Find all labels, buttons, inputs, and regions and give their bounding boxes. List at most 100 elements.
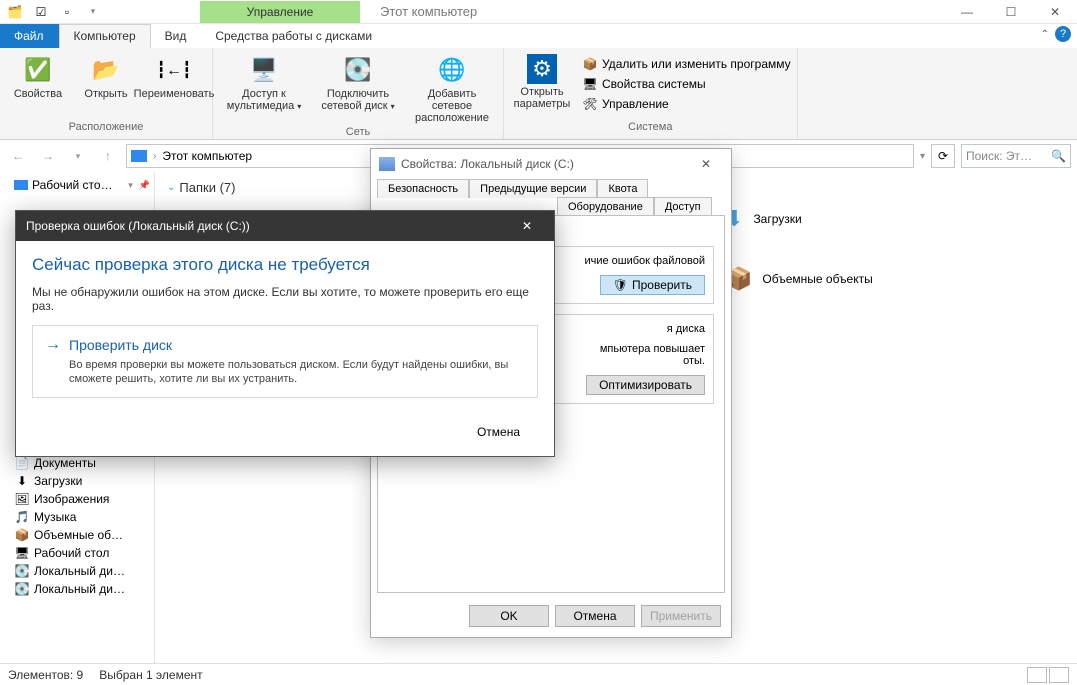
tab-hardware[interactable]: Оборудование xyxy=(557,197,654,216)
search-input[interactable]: Поиск: Эт… 🔍 xyxy=(961,144,1071,168)
settings-icon: ⚙ xyxy=(527,54,557,84)
optimize-button[interactable]: Оптимизировать xyxy=(586,375,705,395)
shield-icon: 🛡 xyxy=(613,278,628,292)
ok-button[interactable]: OK xyxy=(469,605,549,627)
nav-up-button[interactable]: ↑ xyxy=(96,144,120,168)
tab-sharing[interactable]: Доступ xyxy=(654,197,712,216)
tab-security[interactable]: Безопасность xyxy=(377,179,469,198)
network-location-icon: 🌐 xyxy=(436,54,468,86)
open-button[interactable]: 📂Открыть xyxy=(74,52,138,102)
dialog-title: Свойства: Локальный диск (C:) xyxy=(401,157,574,171)
rename-button[interactable]: ┇←┇Переименовать xyxy=(142,52,206,102)
help-icon[interactable]: ? xyxy=(1055,26,1071,42)
folder-3d-objects[interactable]: 📦Объемные объекты xyxy=(715,232,1077,292)
error-check-dialog: Проверка ошибок (Локальный диск (C:)) ✕ … xyxy=(15,210,555,457)
tree-item[interactable]: 📄Документы xyxy=(0,454,154,472)
tree-item[interactable]: 🖥Рабочий стол xyxy=(0,544,154,562)
this-pc-icon xyxy=(131,150,147,162)
address-dropdown-icon[interactable]: ▾ xyxy=(920,151,925,162)
add-network-location-button[interactable]: 🌐Добавить сетевое расположение xyxy=(407,52,497,126)
status-selected: Выбран 1 элемент xyxy=(99,668,202,682)
status-bar: Элементов: 9 Выбран 1 элемент xyxy=(0,663,1077,685)
qat-dropdown-icon[interactable]: ▾ xyxy=(82,1,104,23)
tab-disk-tools[interactable]: Средства работы с дисками xyxy=(201,24,387,48)
modal-body-text: Мы не обнаружили ошибок на этом диске. Е… xyxy=(32,285,538,313)
address-text: Этот компьютер xyxy=(162,149,252,163)
tree-icon: 🎵 xyxy=(14,510,30,524)
dialog-close-button[interactable]: ✕ xyxy=(689,153,723,175)
view-details-button[interactable] xyxy=(1027,667,1047,683)
maximize-button[interactable]: ☐ xyxy=(989,0,1033,24)
tree-item[interactable]: 🖼Изображения xyxy=(0,490,154,508)
view-icons-button[interactable] xyxy=(1049,667,1069,683)
tree-item[interactable]: 📦Объемные об… xyxy=(0,526,154,544)
close-button[interactable]: ✕ xyxy=(1033,0,1077,24)
tab-file[interactable]: Файл xyxy=(0,24,59,48)
qat-window-icon[interactable]: ▫ xyxy=(56,1,78,23)
manage-link[interactable]: 🛠Управление xyxy=(582,96,791,112)
chevron-down-icon: ⌄ xyxy=(167,182,175,193)
modal-close-button[interactable]: ✕ xyxy=(510,211,544,241)
search-icon: 🔍 xyxy=(1051,149,1066,163)
refresh-button[interactable]: ⟳ xyxy=(931,144,955,168)
tree-item-desktop-pinned[interactable]: Рабочий сто…▾ xyxy=(0,176,154,194)
media-access-button[interactable]: 🖥️Доступ к мультимедиа ▾ xyxy=(219,52,309,114)
tree-icon: 📦 xyxy=(14,528,30,542)
manage-icon: 🛠 xyxy=(582,96,598,112)
properties-icon: ✅ xyxy=(22,54,54,86)
media-icon: 🖥️ xyxy=(248,54,280,86)
tab-prev-versions[interactable]: Предыдущие версии xyxy=(469,179,597,198)
box-icon: 📦 xyxy=(582,56,598,72)
monitor-icon xyxy=(14,180,28,190)
tree-item[interactable]: 💽Локальный ди… xyxy=(0,580,154,598)
tree-item[interactable]: 🎵Музыка xyxy=(0,508,154,526)
tab-view[interactable]: Вид xyxy=(151,24,202,48)
arrow-right-icon: → xyxy=(45,336,61,354)
nav-recent-dropdown[interactable]: ▾ xyxy=(66,144,90,168)
tree-icon: ⬇ xyxy=(14,474,30,488)
explorer-icon: 🗂️ xyxy=(4,1,26,23)
tree-item[interactable]: 💽Локальный ди… xyxy=(0,562,154,580)
uninstall-program-link[interactable]: 📦Удалить или изменить программу xyxy=(582,56,791,72)
tab-computer[interactable]: Компьютер xyxy=(59,24,151,48)
system-info-icon: 🖥 xyxy=(582,76,598,92)
check-button[interactable]: 🛡Проверить xyxy=(600,275,705,295)
nav-forward-button[interactable]: → xyxy=(36,144,60,168)
drive-icon xyxy=(379,157,395,171)
ribbon-tabs: Файл Компьютер Вид Средства работы с дис… xyxy=(0,24,1077,48)
search-placeholder: Поиск: Эт… xyxy=(966,149,1032,163)
folder-open-icon: 📂 xyxy=(90,54,122,86)
map-drive-button[interactable]: 💽Подключить сетевой диск ▾ xyxy=(313,52,403,114)
drive-network-icon: 💽 xyxy=(342,54,374,86)
ribbon: ✅Свойства 📂Открыть ┇←┇Переименовать Расп… xyxy=(0,48,1077,140)
window-title: Этот компьютер xyxy=(380,4,477,19)
apply-button[interactable]: Применить xyxy=(641,605,721,627)
modal-heading: Сейчас проверка этого диска не требуется xyxy=(32,255,538,275)
group-label-system: Система xyxy=(510,121,791,135)
chevron-right-icon: › xyxy=(153,151,156,162)
ribbon-context-tab[interactable]: Управление xyxy=(200,1,360,23)
modal-title: Проверка ошибок (Локальный диск (C:)) xyxy=(26,219,250,233)
qat-checkbox-icon[interactable]: ☑ xyxy=(30,1,52,23)
nav-back-button[interactable]: ← xyxy=(6,144,30,168)
properties-button[interactable]: ✅Свойства xyxy=(6,52,70,102)
tree-icon: 💽 xyxy=(14,582,30,596)
rename-icon: ┇←┇ xyxy=(158,54,190,86)
minimize-button[interactable]: — xyxy=(945,0,989,24)
scan-disk-description: Во время проверки вы можете пользоваться… xyxy=(69,358,525,387)
system-properties-link[interactable]: 🖥Свойства системы xyxy=(582,76,791,92)
open-settings-button[interactable]: ⚙Открыть параметры xyxy=(510,52,574,112)
folder-downloads[interactable]: ⬇Загрузки xyxy=(715,172,1077,232)
scan-disk-action[interactable]: →Проверить диск Во время проверки вы мож… xyxy=(32,325,538,398)
group-label-location: Расположение xyxy=(6,121,206,135)
title-bar: 🗂️ ☑ ▫ ▾ Управление Этот компьютер — ☐ ✕ xyxy=(0,0,1077,24)
tree-item[interactable]: ⬇Загрузки xyxy=(0,472,154,490)
cancel-button[interactable]: Отмена xyxy=(555,605,635,627)
collapse-ribbon-icon[interactable]: ⌃ xyxy=(1041,29,1049,40)
modal-cancel-button[interactable]: Отмена xyxy=(457,422,540,442)
tree-icon: 💽 xyxy=(14,564,30,578)
tree-icon: 📄 xyxy=(14,456,30,470)
tab-quota[interactable]: Квота xyxy=(597,179,648,198)
tree-icon: 🖼 xyxy=(14,492,30,506)
group-label-network: Сеть xyxy=(219,126,497,140)
